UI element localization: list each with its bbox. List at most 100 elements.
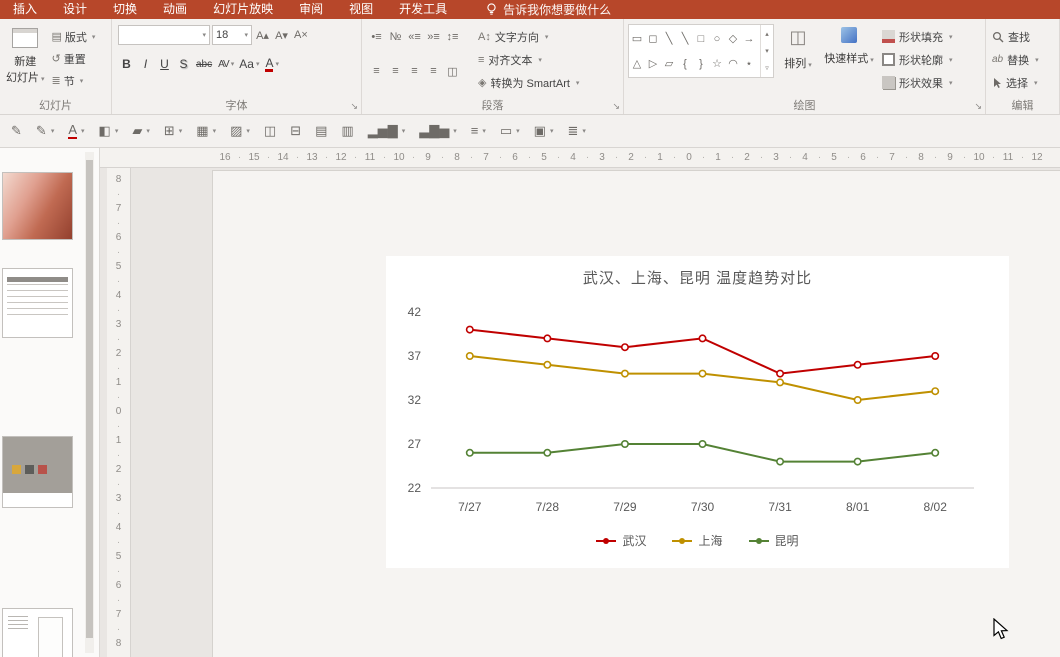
select-button[interactable]: 选择 ▾ <box>992 72 1059 93</box>
align-left-button[interactable]: ≡ <box>368 61 385 81</box>
distribute-rows-tool[interactable]: ▤ <box>309 121 333 141</box>
ink-color-tool[interactable]: A ▾ <box>62 120 90 142</box>
split-cells-tool[interactable]: ⊟ <box>284 121 307 141</box>
merge-cells-tool[interactable]: ◫ <box>258 121 282 141</box>
ribbon-tab-切换[interactable]: 切换 <box>100 0 150 19</box>
gallery-down-icon[interactable]: ▾ <box>765 47 769 55</box>
shape-option-r1-2[interactable]: ◻ <box>645 28 661 50</box>
shape-option-r1-6[interactable]: ○ <box>709 28 725 50</box>
highlighter-tool[interactable]: ▰ ▾ <box>126 121 156 141</box>
shape-option-r1-1[interactable]: ▭ <box>629 28 645 50</box>
change-case-button[interactable]: Aa ▾ <box>237 54 261 74</box>
character-spacing-button[interactable]: AV ▾ <box>216 54 235 74</box>
horizontal-ruler: 16 · 15 · 14 · 13 · 12 · 11 · 10 · 9 · 8 · 7 · 6 · 5 · 4 · 3 · 2 · 1 · 0… <box>100 148 1060 168</box>
gallery-more-icon[interactable]: ▿ <box>765 64 769 72</box>
shape-option-r1-8[interactable]: → <box>741 28 757 50</box>
clear-formatting-button[interactable]: A× <box>292 25 310 45</box>
ruler-dot: · <box>116 450 121 461</box>
slide-canvas[interactable]: 武汉、上海、昆明 温度趋势对比 22 27 32 37 42 7/27 7/28 7/29 7/… <box>212 170 1060 657</box>
shape-option-r1-4[interactable]: ╲ <box>677 28 693 50</box>
replace-button[interactable]: ab 替换 ▾ <box>992 49 1059 70</box>
align-right-button[interactable]: ≡ <box>406 61 423 81</box>
shapes-gallery-scrollbar[interactable]: ▴ ▾ ▿ <box>760 25 773 77</box>
scrollbar-thumb[interactable] <box>86 160 93 638</box>
shapes-gallery[interactable]: ▭ ◻ ╲ ╲ □ ○ ◇ → △ ▷ ▱{} ☆ ◠ ⋆ ▴ ▾ ▿ <box>628 24 774 78</box>
shape-option-r2-6[interactable]: ☆ <box>709 53 725 75</box>
numbering-button[interactable]: № <box>387 27 404 47</box>
shape-option-r2-5[interactable]: } <box>693 53 709 75</box>
tell-me-box[interactable]: 告诉我你想要做什么 <box>486 1 611 18</box>
text-direction-button[interactable]: A↕ 文字方向 ▾ <box>478 26 579 47</box>
layout-button[interactable]: ▤ 版式 ▾ <box>52 27 96 46</box>
section-button[interactable]: ≣ 节 ▾ <box>52 71 96 90</box>
temperature-chart[interactable]: 武汉、上海、昆明 温度趋势对比 22 27 32 37 42 7/27 7/28 7/29 7/… <box>386 256 1009 568</box>
fill-color-tool[interactable]: ◧ ▾ <box>93 121 125 141</box>
draw-pen-tool[interactable]: ✎ ▾ <box>30 121 60 141</box>
strikethrough-button[interactable]: abc <box>194 54 214 74</box>
new-slide-button[interactable]: 新建 幻灯片 ▾ <box>6 23 45 90</box>
shape-option-r2-3[interactable]: ▱ <box>661 53 677 75</box>
slide-thumbnail-3[interactable] <box>2 436 73 508</box>
text-shadow-button[interactable]: S <box>175 54 192 74</box>
drawing-dialog-launcher[interactable]: ↘ <box>974 102 982 111</box>
font-dialog-launcher[interactable]: ↘ <box>350 102 358 111</box>
select-pen-tool[interactable]: ✎ <box>5 121 28 141</box>
shape-option-r2-1[interactable]: △ <box>629 53 645 75</box>
shape-option-r1-5[interactable]: □ <box>693 28 709 50</box>
shape-outline-button[interactable]: 形状轮廓 ▾ <box>882 49 953 70</box>
font-color-button[interactable]: A ▾ <box>263 54 281 74</box>
font-name-combobox[interactable]: ▾ <box>118 25 210 45</box>
distribute-columns-tool[interactable]: ▥ <box>335 121 359 141</box>
paragraph-dialog-launcher[interactable]: ↘ <box>612 102 620 111</box>
slide-thumbnail-4[interactable] <box>2 608 73 657</box>
shape-option-r2-8[interactable]: ⋆ <box>741 53 757 75</box>
bold-button[interactable]: B <box>118 54 135 74</box>
gallery-up-icon[interactable]: ▴ <box>765 30 769 38</box>
indent-increase-button[interactable]: »≡ <box>425 27 442 47</box>
indent-decrease-button[interactable]: «≡ <box>406 27 423 47</box>
ribbon-tab-设计[interactable]: 设计 <box>50 0 100 19</box>
shape-option-r1-7[interactable]: ◇ <box>725 28 741 50</box>
thumbnail-panel-scrollbar[interactable] <box>85 152 94 653</box>
underline-button[interactable]: U <box>156 54 173 74</box>
slide-thumbnail-2[interactable] <box>2 268 73 338</box>
ruler-dot: · <box>116 363 121 374</box>
shape-effects-button[interactable]: 形状效果 ▾ <box>882 72 953 93</box>
ribbon-tab-开发工具[interactable]: 开发工具 <box>386 0 460 19</box>
insert-table-tool[interactable]: ⊞ ▾ <box>158 121 188 141</box>
ribbon-tab-插入[interactable]: 插入 <box>0 0 50 19</box>
bullets-button[interactable]: •≡ <box>368 27 385 47</box>
align-text-button[interactable]: ≡ 对齐文本 ▾ <box>478 49 579 70</box>
italic-button[interactable]: I <box>137 54 154 74</box>
insert-chart-tool[interactable]: ▂▅▇ ▾ <box>362 121 412 141</box>
convert-smartart-button[interactable]: ◈ 转换为 SmartArt ▾ <box>478 72 579 93</box>
slide-thumbnail-1[interactable] <box>2 172 73 240</box>
shape-option-r1-3[interactable]: ╲ <box>661 28 677 50</box>
shape-option-r2-7[interactable]: ◠ <box>725 53 741 75</box>
h-ruler-number: 4 <box>802 152 808 163</box>
chart-style-tool[interactable]: ▃▇▅ ▾ <box>413 121 463 141</box>
align-objects-tool[interactable]: ≡ ▾ <box>465 121 492 141</box>
ribbon-tab-视图[interactable]: 视图 <box>336 0 386 19</box>
grow-font-button[interactable]: A▴ <box>254 25 271 45</box>
shape-option-r2-2[interactable]: ▷ <box>645 53 661 75</box>
font-size-combobox[interactable]: 18 ▾ <box>212 25 252 45</box>
columns-button[interactable]: ◫ <box>444 61 461 81</box>
h-ruler-number: 3 <box>773 152 779 163</box>
shape-option-r2-4[interactable]: { <box>677 53 693 75</box>
ribbon-tab-审阅[interactable]: 审阅 <box>286 0 336 19</box>
ribbon-tab-幻灯片放映[interactable]: 幻灯片放映 <box>200 0 286 19</box>
table-borders-tool[interactable]: ▦ ▾ <box>190 121 222 141</box>
shrink-font-button[interactable]: A▾ <box>273 25 290 45</box>
find-button[interactable]: 查找 <box>992 26 1059 47</box>
text-box-tool[interactable]: ▭ ▾ <box>494 121 526 141</box>
reset-button[interactable]: ↺ 重置 <box>52 49 96 68</box>
line-spacing-button[interactable]: ↕≡ <box>444 27 461 47</box>
more-tools[interactable]: ≣ ▾ <box>561 121 591 141</box>
justify-button[interactable]: ≡ <box>425 61 442 81</box>
align-center-button[interactable]: ≡ <box>387 61 404 81</box>
ribbon-tab-动画[interactable]: 动画 <box>150 0 200 19</box>
table-shading-tool[interactable]: ▨ ▾ <box>224 121 256 141</box>
shape-fill-button[interactable]: 形状填充 ▾ <box>882 26 953 47</box>
insert-picture-tool[interactable]: ▣ ▾ <box>528 121 560 141</box>
